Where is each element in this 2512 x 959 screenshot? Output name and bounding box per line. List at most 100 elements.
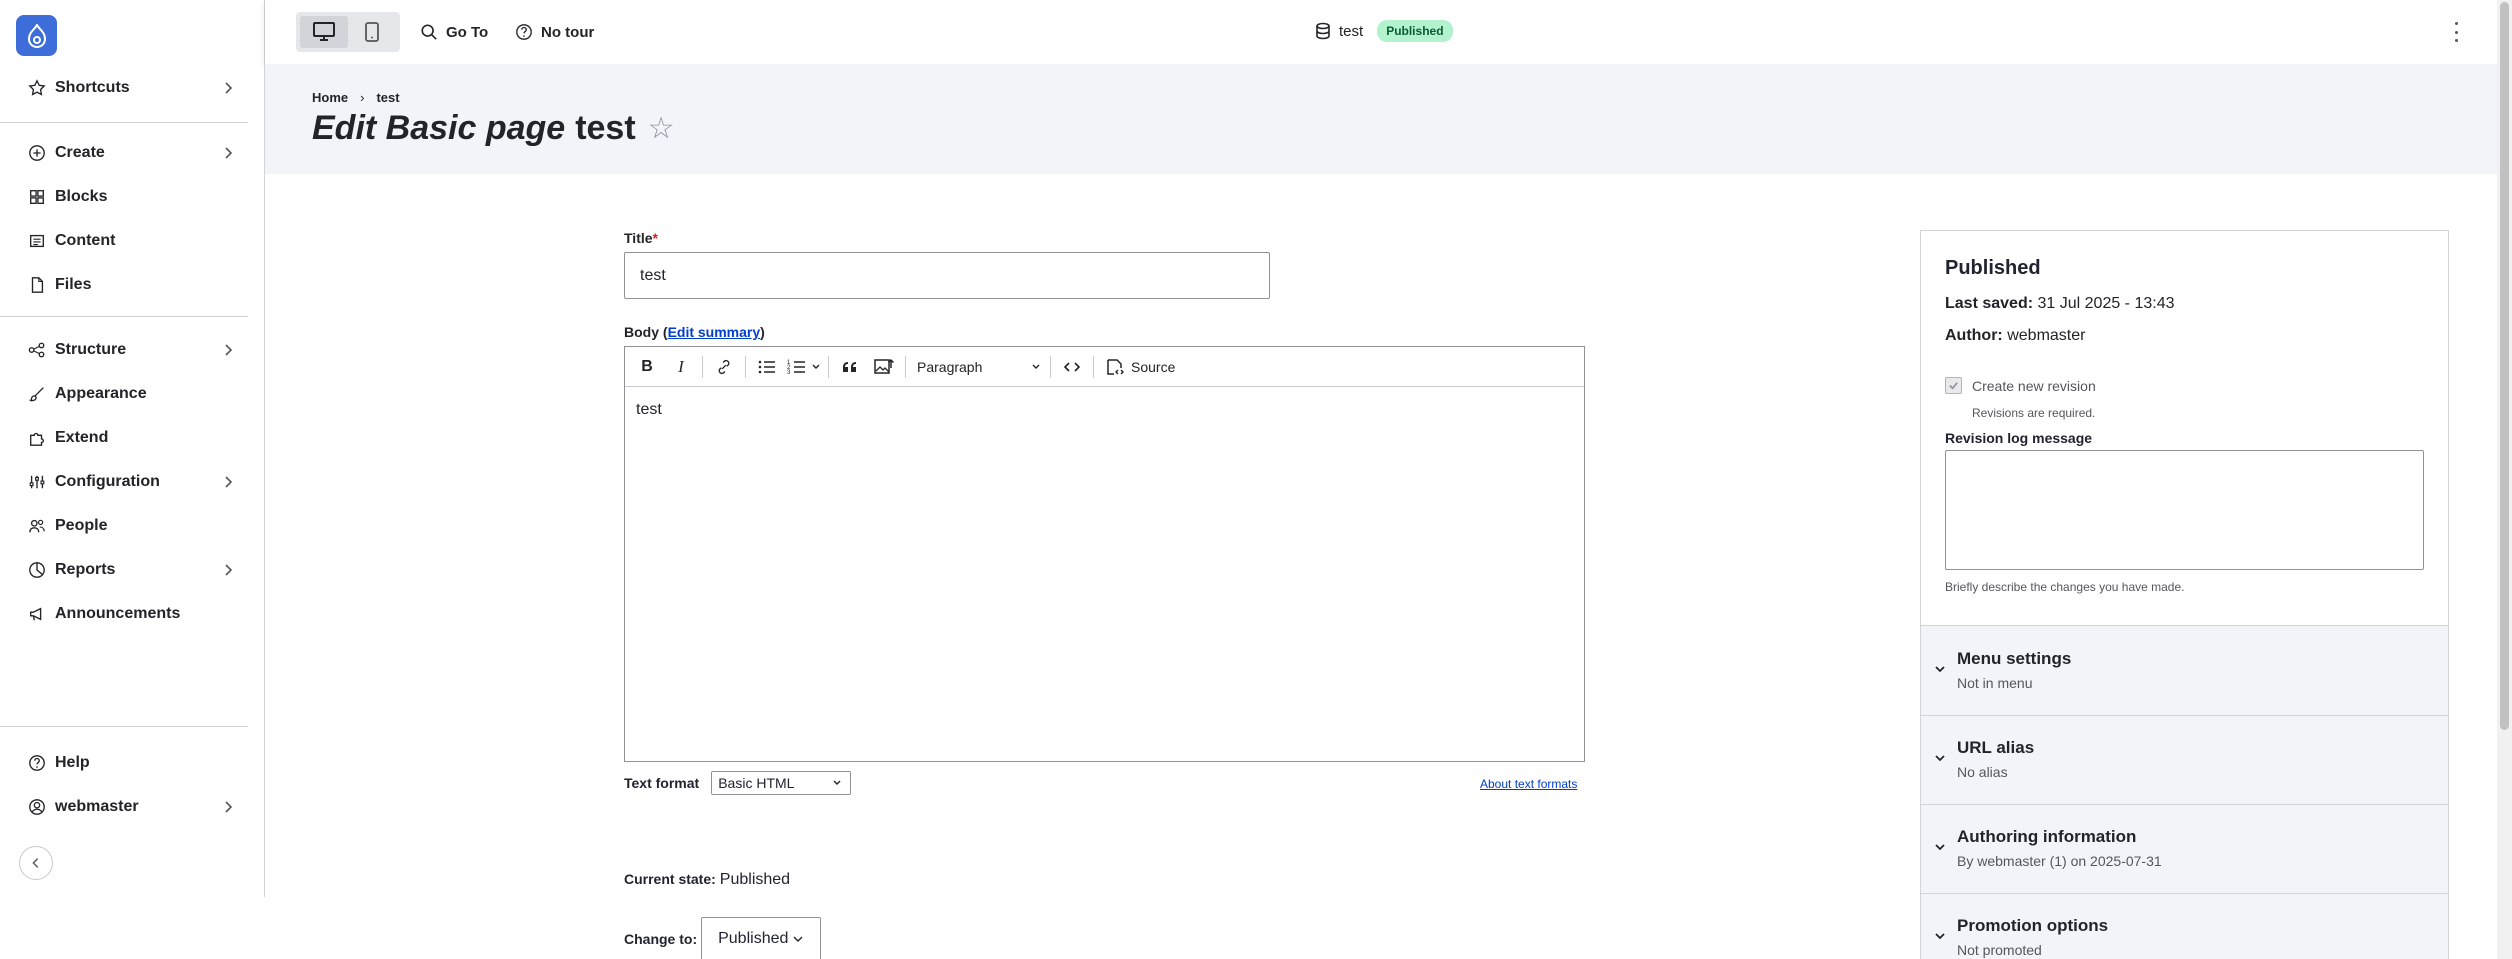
authoring-information-section[interactable]: Authoring information By webmaster (1) o…: [1921, 805, 2448, 894]
goto-button[interactable]: Go To: [420, 20, 488, 44]
blockquote-button[interactable]: [836, 353, 864, 381]
chevron-down-icon: [793, 936, 803, 942]
breadcrumb: Home › test: [312, 90, 400, 105]
page-title-node: test: [575, 109, 636, 147]
sidebar-item-extend[interactable]: Extend: [0, 418, 264, 458]
sidebar-item-label: People: [55, 517, 108, 534]
bulleted-list-button[interactable]: [753, 353, 781, 381]
desktop-preview-button[interactable]: [300, 16, 348, 48]
help-icon: [516, 24, 532, 40]
toolbar-separator: [1093, 355, 1094, 378]
sidebar-item-people[interactable]: People: [0, 506, 264, 546]
help-icon: [27, 753, 47, 773]
chevron-down-icon: [833, 780, 841, 785]
scrollbar-thumb[interactable]: [2500, 2, 2509, 730]
create-revision-row: Create new revision: [1945, 377, 2096, 394]
collapse-sidebar-button[interactable]: [19, 846, 53, 880]
required-marker: *: [652, 230, 658, 246]
about-text-formats-link[interactable]: About text formats: [1480, 777, 1577, 791]
current-state-label: Current state:: [624, 871, 716, 887]
sidebar-item-reports[interactable]: Reports: [0, 550, 264, 590]
text-format-select[interactable]: Basic HTML: [711, 771, 852, 795]
body-editor: B I 123 Paragraph Source test: [624, 346, 1585, 762]
text-format-value: Basic HTML: [718, 775, 795, 791]
toolbar-separator: [745, 355, 746, 378]
sidebar-divider: [0, 316, 248, 317]
brush-icon: [27, 384, 47, 404]
breadcrumb-home-link[interactable]: Home: [312, 90, 348, 105]
megaphone-icon: [27, 604, 47, 624]
chevron-right-icon: [225, 344, 233, 356]
promotion-options-section[interactable]: Promotion options Not promoted: [1921, 894, 2448, 959]
blocks-icon: [27, 187, 47, 207]
editor-content-area[interactable]: test: [625, 387, 1584, 433]
sidebar-item-create[interactable]: Create: [0, 133, 264, 173]
quote-icon: [843, 361, 856, 372]
numbered-list-button[interactable]: 123: [787, 353, 821, 381]
section-summary: Not promoted: [1957, 942, 2042, 958]
insert-image-button[interactable]: [870, 353, 898, 381]
breadcrumb-current[interactable]: test: [376, 90, 399, 105]
sidebar-item-blocks[interactable]: Blocks: [0, 177, 264, 217]
preview-device-toggle: [296, 12, 400, 52]
chevron-down-icon: [1935, 933, 1945, 940]
sidebar-item-configuration[interactable]: Configuration: [0, 462, 264, 502]
sidebar-item-files[interactable]: Files: [0, 265, 264, 305]
plus-circle-icon: [27, 143, 47, 163]
star-icon[interactable]: ☆: [648, 111, 675, 146]
moderation-state-select[interactable]: Published: [701, 917, 822, 959]
edit-summary-link[interactable]: Edit summary: [668, 324, 761, 340]
sidebar-item-label: Configuration: [55, 473, 160, 490]
sidebar: Shortcuts Create Blocks Content Files St…: [0, 0, 265, 897]
title-input[interactable]: test: [624, 252, 1270, 299]
page-title-prefix: Edit Basic page: [312, 109, 566, 147]
sidebar-item-announcements[interactable]: Announcements: [0, 594, 264, 634]
heading-select-value: Paragraph: [917, 358, 983, 375]
image-upload-icon: [874, 358, 894, 374]
sidebar-item-label: Create: [55, 144, 105, 161]
sidebar-item-shortcuts[interactable]: Shortcuts: [0, 68, 264, 108]
toolbar-separator: [1050, 355, 1051, 378]
star-icon: [27, 78, 47, 98]
chevron-down-icon: [1935, 666, 1945, 673]
author-value: webmaster: [2007, 327, 2086, 344]
tour-button[interactable]: No tour: [515, 20, 594, 44]
code-block-button[interactable]: [1058, 353, 1086, 381]
link-button[interactable]: [710, 353, 738, 381]
last-saved: Last saved: 31 Jul 2025 - 13:43: [1945, 295, 2175, 313]
sidebar-item-content[interactable]: Content: [0, 221, 264, 261]
sidebar-item-help[interactable]: Help: [0, 743, 264, 783]
breadcrumb-separator-icon: ›: [360, 90, 365, 105]
sidebar-item-label: Structure: [55, 341, 127, 358]
bold-button[interactable]: B: [633, 353, 661, 381]
section-title: Authoring information: [1957, 827, 2137, 846]
create-revision-checkbox[interactable]: [1945, 377, 1962, 394]
sidebar-item-user[interactable]: webmaster: [0, 787, 264, 827]
drupal-logo-icon[interactable]: [16, 15, 57, 56]
status-badge: Published: [1377, 20, 1453, 42]
source-button[interactable]: Source: [1101, 353, 1179, 381]
mobile-preview-button[interactable]: [348, 16, 396, 48]
structure-icon: [27, 340, 47, 360]
more-actions-button[interactable]: [2453, 22, 2459, 42]
bulleted-list-icon: [758, 360, 775, 373]
title-label-text: Title: [624, 230, 653, 246]
create-revision-label: Create new revision: [1972, 377, 2096, 394]
source-icon: [1107, 358, 1124, 375]
sidebar-item-appearance[interactable]: Appearance: [0, 374, 264, 414]
sidebar-divider: [0, 122, 248, 123]
desktop-icon: [313, 22, 335, 41]
italic-button[interactable]: I: [667, 353, 695, 381]
page-scrollbar[interactable]: [2497, 0, 2512, 959]
chevron-left-icon: [32, 858, 39, 868]
menu-settings-section[interactable]: Menu settings Not in menu: [1921, 627, 2448, 716]
body-label: Body (Edit summary): [624, 324, 765, 340]
document-title: test Published: [1315, 20, 1453, 42]
sidebar-divider: [0, 726, 248, 727]
sidebar-item-structure[interactable]: Structure: [0, 330, 264, 370]
revision-log-textarea[interactable]: [1945, 450, 2424, 570]
heading-select[interactable]: Paragraph: [913, 353, 1041, 381]
svg-text:3: 3: [787, 370, 791, 376]
url-alias-section[interactable]: URL alias No alias: [1921, 716, 2448, 805]
bold-icon: B: [641, 357, 653, 375]
